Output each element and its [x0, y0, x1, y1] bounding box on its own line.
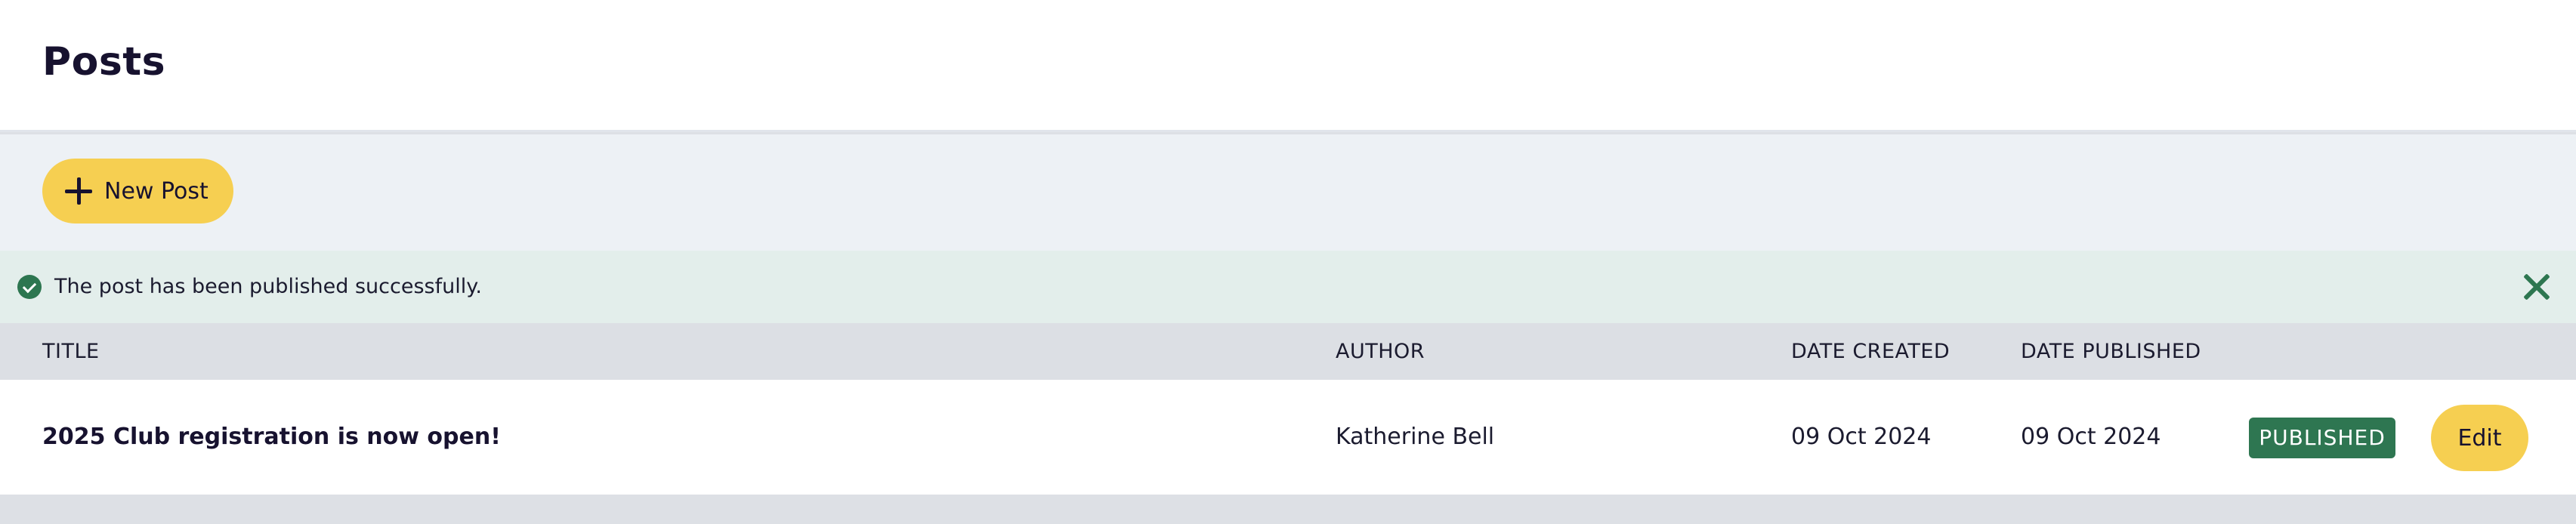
table-header: TITLE AUTHOR DATE CREATED DATE PUBLISHED	[0, 323, 2576, 380]
post-author: Katherine Bell	[1336, 424, 1495, 450]
table-row: 2025 Club registration is now open! Kath…	[0, 380, 2576, 495]
page-header: Posts	[0, 0, 2576, 132]
post-date-published: 09 Oct 2024	[2021, 424, 2161, 450]
plus-icon	[65, 177, 92, 205]
posts-page: Posts New Post The post has been publish…	[0, 0, 2576, 524]
post-date-created: 09 Oct 2024	[1791, 424, 1932, 450]
post-title: 2025 Club registration is now open!	[42, 424, 501, 450]
alert-message: The post has been published successfully…	[54, 275, 482, 298]
column-header-title: TITLE	[42, 340, 100, 363]
success-alert: The post has been published successfully…	[0, 251, 2576, 323]
column-header-date-created: DATE CREATED	[1791, 340, 1951, 363]
new-post-button[interactable]: New Post	[42, 159, 233, 223]
check-circle-icon	[17, 275, 42, 299]
table-bottom-area	[0, 495, 2576, 524]
edit-button[interactable]: Edit	[2431, 405, 2528, 471]
close-icon[interactable]	[2523, 273, 2550, 301]
page-title: Posts	[42, 39, 166, 85]
status-badge: PUBLISHED	[2249, 418, 2395, 458]
toolbar: New Post	[0, 134, 2576, 251]
column-header-date-published: DATE PUBLISHED	[2021, 340, 2201, 363]
column-header-author: AUTHOR	[1336, 340, 1425, 363]
new-post-label: New Post	[104, 177, 208, 205]
